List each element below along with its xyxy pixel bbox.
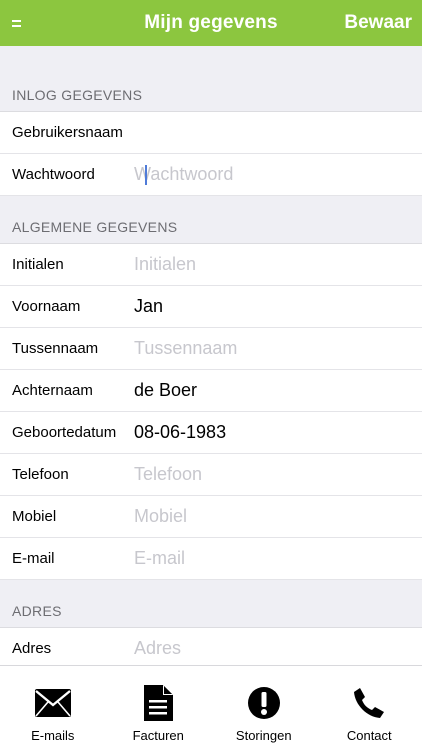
tab-contact[interactable]: Contact (317, 666, 422, 750)
lastname-input[interactable] (134, 370, 422, 411)
mobile-input[interactable] (134, 496, 422, 537)
address-label: Adres (12, 640, 52, 657)
document-icon (138, 684, 178, 722)
row-infix: Tussennaam (0, 328, 422, 370)
row-initials: Initialen (0, 244, 422, 286)
save-button[interactable]: Bewaar (344, 12, 412, 34)
birthdate-label: Geboortedatum (12, 424, 117, 441)
section-header-login: INLOG GEGEVENS (0, 46, 422, 112)
username-input[interactable] (134, 112, 422, 153)
row-username: Gebruikersnaam (0, 112, 422, 154)
header-bar: Mijn gegevens Bewaar (0, 0, 422, 46)
tab-contact-label: Contact (346, 728, 392, 743)
row-address: Adres (0, 628, 422, 665)
envelope-icon (33, 684, 73, 722)
row-phone: Telefoon (0, 454, 422, 496)
address-input[interactable] (134, 628, 422, 665)
initials-label: Initialen (12, 256, 64, 273)
birthdate-input[interactable] (134, 412, 422, 453)
section-header-general: ALGEMENE GEGEVENS (0, 196, 422, 244)
password-input[interactable] (134, 154, 422, 195)
lastname-label: Achternaam (12, 382, 93, 399)
row-lastname: Achternaam (0, 370, 422, 412)
infix-input[interactable] (134, 328, 422, 369)
password-label: Wachtwoord (12, 166, 95, 183)
username-label: Gebruikersnaam (12, 124, 123, 141)
mobile-label: Mobiel (12, 508, 57, 525)
phone-label: Telefoon (12, 466, 69, 483)
section-header-address: ADRES (0, 580, 422, 628)
tab-emails-label: E-mails (31, 728, 75, 743)
form-content[interactable]: INLOG GEGEVENS Gebruikersnaam Wachtwoord… (0, 46, 422, 665)
row-birthdate: Geboortedatum (0, 412, 422, 454)
tab-bar: E-mails Facturen Storingen Contact (0, 665, 422, 750)
firstname-label: Voornaam (12, 298, 81, 315)
tab-emails[interactable]: E-mails (0, 666, 106, 750)
email-label: E-mail (12, 550, 55, 567)
text-cursor (145, 165, 147, 185)
row-mobile: Mobiel (0, 496, 422, 538)
tab-invoices[interactable]: Facturen (106, 666, 212, 750)
phone-icon (349, 684, 389, 722)
tab-invoices-label: Facturen (132, 728, 184, 743)
phone-input[interactable] (134, 454, 422, 495)
tab-outages[interactable]: Storingen (211, 666, 317, 750)
row-email: E-mail (0, 538, 422, 580)
screen: Mijn gegevens Bewaar INLOG GEGEVENS Gebr… (0, 0, 422, 750)
email-input[interactable] (134, 538, 422, 579)
row-password: Wachtwoord (0, 154, 422, 196)
alert-icon (244, 684, 284, 722)
row-firstname: Voornaam (0, 286, 422, 328)
firstname-input[interactable] (134, 286, 422, 327)
infix-label: Tussennaam (12, 340, 99, 357)
initials-input[interactable] (134, 244, 422, 285)
tab-outages-label: Storingen (235, 728, 292, 743)
